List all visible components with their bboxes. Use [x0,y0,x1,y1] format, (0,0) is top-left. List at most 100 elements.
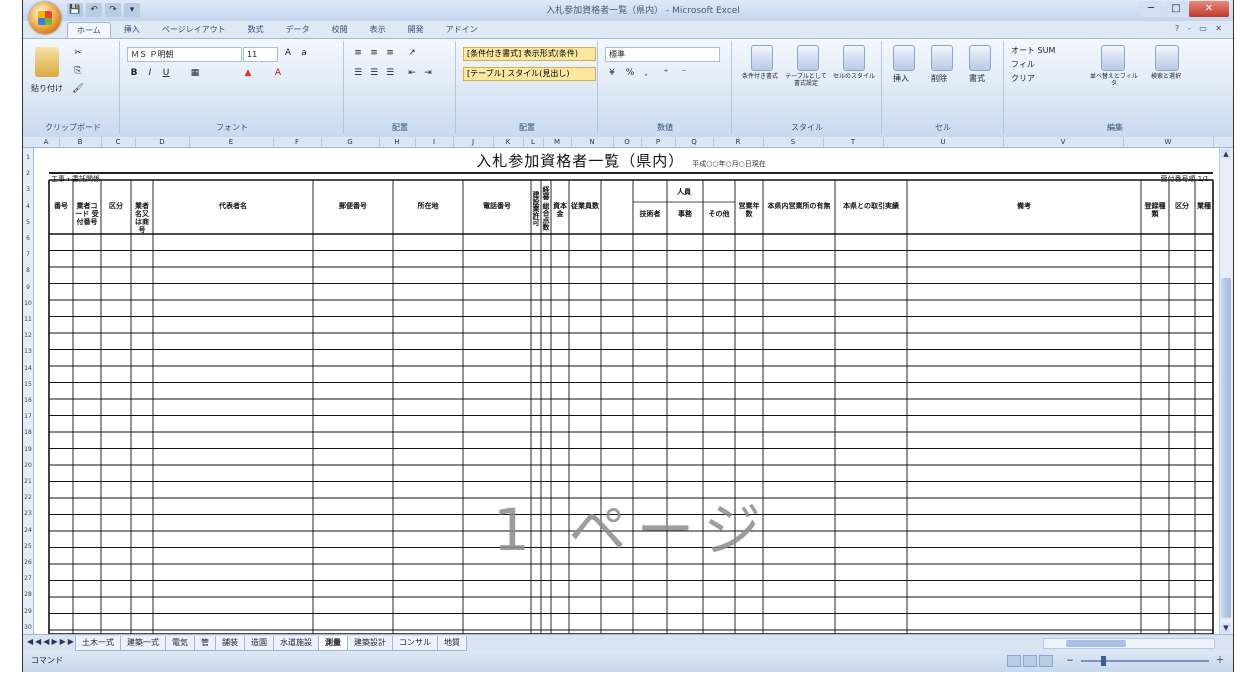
zoom-slider[interactable]: − ＋ [1065,656,1225,666]
insert-cells-icon[interactable] [893,45,915,71]
zoom-in-icon[interactable]: ＋ [1215,656,1225,666]
save-icon[interactable]: 💾 [67,3,83,17]
zoom-knob[interactable] [1100,656,1106,666]
column-header[interactable]: K [493,137,524,147]
column-header[interactable]: C [101,137,136,147]
undo-icon[interactable]: ↶ [86,3,102,17]
sheet-tab[interactable]: 造園 [244,636,274,651]
format-cells-icon[interactable] [969,45,991,71]
column-header[interactable]: D [135,137,190,147]
tab-insert[interactable]: 挿入 [115,22,149,38]
clear-button[interactable]: クリア [1011,73,1035,84]
ribbon-help-controls[interactable]: ? - ▭ ✕ [1175,24,1225,33]
number-format-combo[interactable]: 標準 [605,47,720,62]
merge-center-button[interactable]: [テーブル] スタイル(見出し) [463,67,596,81]
column-header[interactable]: L [523,137,544,147]
column-header[interactable]: M [543,137,572,147]
sheet-tab[interactable]: 建築設計 [347,636,393,651]
align-center-icon[interactable]: ☰ [367,67,381,80]
zoom-out-icon[interactable]: − [1065,656,1075,666]
sheet-tab[interactable]: 水道施設 [273,636,319,651]
sheet-tab[interactable]: 土木一式 [75,636,121,651]
font-name-combo[interactable]: ＭＳ Ｐ明朝 [127,47,242,62]
customize-qat-icon[interactable]: ▾ [124,3,140,17]
sheet-tab[interactable]: 地質 [437,636,467,651]
bold-button[interactable]: B [127,67,141,80]
vertical-scroll-thumb[interactable] [1221,278,1231,618]
fill-color-icon[interactable]: ▲ [241,67,255,80]
increase-decimal-icon[interactable]: ⁺ [659,67,673,80]
comma-button[interactable]: , [639,67,653,80]
sheet-tab[interactable]: コンサル [392,636,438,651]
horizontal-scrollbar[interactable] [1043,638,1215,649]
fill-button[interactable]: フィル [1011,59,1035,70]
column-header[interactable]: R [713,137,764,147]
sheet-tab[interactable]: 建築一式 [120,636,166,651]
borders-icon[interactable]: ▦ [181,67,209,80]
redo-icon[interactable]: ↷ [105,3,121,17]
maximize-button[interactable]: □ [1164,1,1188,17]
column-header[interactable]: A [33,137,60,147]
align-bottom-icon[interactable]: ≡ [383,47,397,60]
grow-font-icon[interactable]: A [281,47,295,60]
normal-view-icon[interactable] [1007,655,1021,667]
vertical-scrollbar[interactable]: ▲ ▼ [1219,148,1233,634]
align-right-icon[interactable]: ☰ [383,67,397,80]
column-header[interactable]: P [641,137,676,147]
sheet-nav-arrows-icon[interactable]: ◀◀◀▶▶▶ [27,637,76,646]
align-left-icon[interactable]: ☰ [351,67,365,80]
column-header[interactable]: J [453,137,494,147]
percent-button[interactable]: % [623,67,637,80]
close-button[interactable]: ✕ [1189,1,1229,17]
orientation-icon[interactable]: ↗ [405,47,419,60]
decrease-indent-icon[interactable]: ⇤ [405,67,419,80]
scroll-up-icon[interactable]: ▲ [1221,149,1231,159]
column-header[interactable]: W [1123,137,1214,147]
scroll-down-icon[interactable]: ▼ [1221,623,1231,633]
worksheet[interactable]: 1 2 3 4 5 6 7 8 9 10 11 12 13 14 15 16 17 18 19 20 21 22 23 24 2… [23,148,1219,634]
tab-home[interactable]: ホーム [67,22,111,39]
column-header[interactable]: I [415,137,454,147]
column-header[interactable]: F [273,137,322,147]
column-header[interactable]: T [823,137,884,147]
conditional-format-icon[interactable] [751,45,773,71]
sheet-tab[interactable]: 管 [194,636,216,651]
sheet-tab[interactable]: 電気 [165,636,195,651]
column-header[interactable]: E [189,137,274,147]
autosum-button[interactable]: オート SUM [1011,45,1055,56]
page-layout-view-icon[interactable] [1023,655,1037,667]
sheet-tab[interactable]: 測量 [318,636,348,651]
sort-filter-icon[interactable] [1101,45,1125,71]
align-middle-icon[interactable]: ≡ [367,47,381,60]
column-header[interactable]: U [883,137,1004,147]
column-header[interactable]: B [59,137,102,147]
underline-button[interactable]: U [159,67,173,80]
column-header[interactable]: G [321,137,380,147]
cell-styles-icon[interactable] [843,45,865,71]
minimize-button[interactable]: ─ [1139,1,1163,17]
tab-addins[interactable]: アドイン [437,22,487,38]
decrease-decimal-icon[interactable]: ⁻ [677,67,691,80]
italic-button[interactable]: I [143,67,157,80]
column-header[interactable]: H [379,137,416,147]
column-header[interactable]: N [571,137,614,147]
paste-icon[interactable] [35,47,59,77]
copy-icon[interactable]: ⎘ [71,65,85,78]
font-color-icon[interactable]: A [271,67,285,80]
tab-page-layout[interactable]: ページレイアウト [153,22,235,38]
column-header[interactable]: Q [675,137,714,147]
currency-icon[interactable]: ¥ [605,67,619,80]
font-size-combo[interactable]: 11 [243,47,278,62]
wrap-text-button[interactable]: [条件付き書式] 表示形式(条件) [463,47,596,61]
tab-view[interactable]: 表示 [361,22,395,38]
find-select-icon[interactable] [1155,45,1179,71]
shrink-font-icon[interactable]: a [297,47,311,60]
format-as-table-icon[interactable] [797,45,819,71]
office-button[interactable] [29,2,61,34]
horizontal-scroll-thumb[interactable] [1066,640,1126,647]
sheet-tab[interactable]: 舗装 [215,636,245,651]
delete-cells-icon[interactable] [931,45,953,71]
format-painter-icon[interactable]: 🖌 [71,83,85,96]
tab-review[interactable]: 校閲 [323,22,357,38]
cut-icon[interactable]: ✂ [71,47,85,60]
